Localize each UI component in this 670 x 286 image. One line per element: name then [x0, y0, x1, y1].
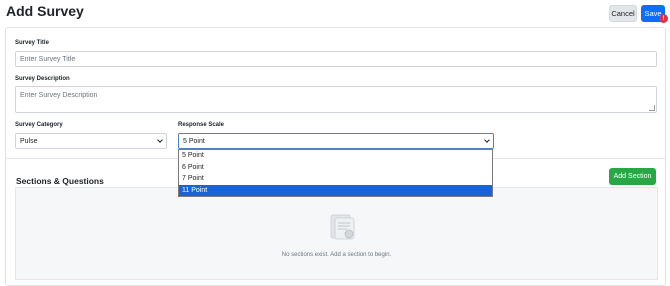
scale-option-7[interactable]: 7 Point: [179, 173, 492, 185]
survey-category-value: Pulse: [20, 137, 38, 145]
chevron-down-icon: [484, 137, 490, 143]
scale-option-5[interactable]: 5 Point: [179, 150, 492, 162]
page-title: Add Survey: [6, 3, 84, 19]
survey-description-placeholder: Enter Survey Description: [20, 92, 98, 99]
survey-title-label: Survey Title: [15, 40, 49, 46]
sections-title: Sections & Questions: [16, 176, 104, 186]
survey-description-label: Survey Description: [15, 76, 70, 82]
response-scale-label: Response Scale: [178, 122, 225, 128]
chevron-down-icon: [157, 137, 163, 143]
response-scale-select[interactable]: 5 Point: [178, 133, 494, 149]
document-icon: [330, 214, 355, 240]
survey-category-select[interactable]: Pulse: [15, 133, 167, 149]
survey-title-input[interactable]: Enter Survey Title: [15, 51, 657, 67]
empty-state-text: No sections exist. Add a section to begi…: [281, 252, 392, 258]
resize-grip-icon[interactable]: [649, 105, 655, 111]
sections-empty-state: No sections exist. Add a section to begi…: [15, 187, 658, 280]
scale-option-11[interactable]: 11 Point: [179, 184, 492, 196]
survey-category-label: Survey Category: [15, 122, 63, 128]
survey-description-textarea[interactable]: Enter Survey Description: [15, 86, 657, 113]
response-scale-value: 5 Point: [183, 137, 205, 145]
error-badge: !: [659, 14, 668, 23]
scale-option-6[interactable]: 6 Point: [179, 162, 492, 174]
response-scale-dropdown: 5 Point 6 Point 7 Point 11 Point: [178, 149, 493, 197]
add-section-button[interactable]: Add Section: [609, 168, 656, 185]
cancel-button[interactable]: Cancel: [609, 5, 637, 22]
